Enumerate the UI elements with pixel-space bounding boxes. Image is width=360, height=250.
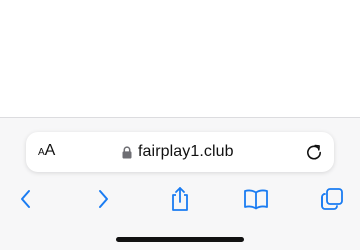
share-button[interactable] bbox=[165, 184, 195, 214]
tabs-icon bbox=[321, 188, 343, 210]
text-size-button[interactable]: A A bbox=[38, 142, 55, 162]
reload-button[interactable] bbox=[304, 142, 324, 162]
text-size-small-label: A bbox=[38, 147, 45, 158]
bookmarks-button[interactable] bbox=[241, 184, 271, 214]
bottom-toolbar: A A fairplay1.club bbox=[0, 117, 360, 250]
book-icon bbox=[244, 189, 268, 210]
lock-icon bbox=[122, 145, 132, 158]
safari-screen: A A fairplay1.club bbox=[0, 0, 360, 250]
url-field[interactable]: fairplay1.club bbox=[122, 142, 234, 162]
web-page-content[interactable] bbox=[0, 0, 360, 117]
chevron-right-icon bbox=[99, 190, 108, 208]
address-bar[interactable]: A A fairplay1.club bbox=[26, 132, 334, 172]
url-text: fairplay1.club bbox=[138, 143, 234, 160]
tabs-button[interactable] bbox=[317, 184, 347, 214]
reload-icon bbox=[307, 144, 321, 160]
chevron-left-icon bbox=[21, 190, 30, 208]
home-indicator[interactable] bbox=[116, 237, 244, 242]
share-icon bbox=[172, 187, 188, 211]
back-button[interactable] bbox=[11, 184, 41, 214]
text-size-large-label: A bbox=[44, 142, 56, 159]
forward-button[interactable] bbox=[88, 184, 118, 214]
